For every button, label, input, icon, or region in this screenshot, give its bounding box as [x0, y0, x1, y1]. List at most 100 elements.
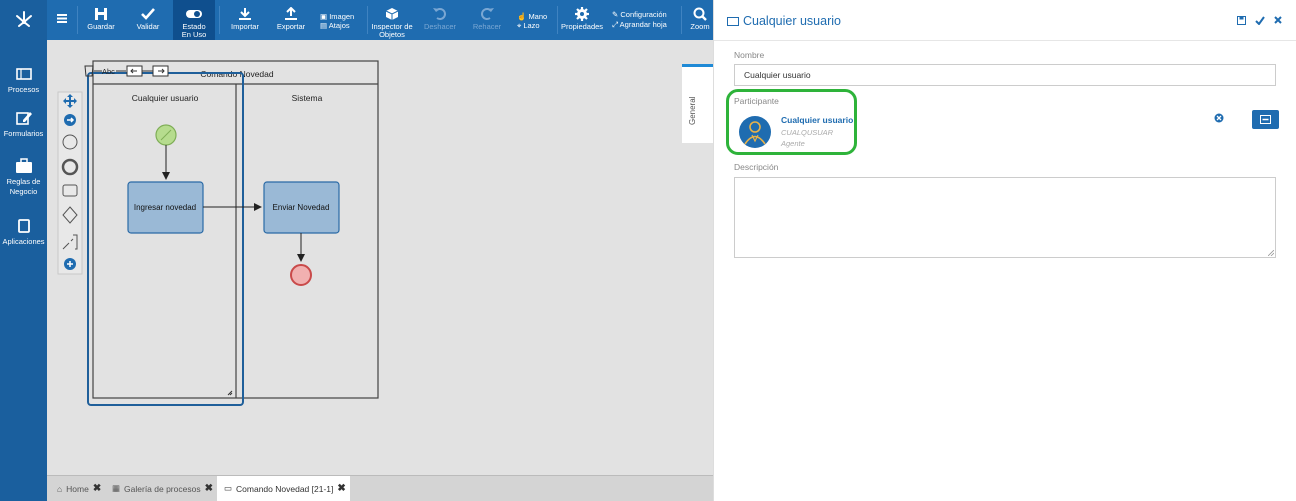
bpmn-diagram[interactable]: Comando Novedad Cualquier usuario Sistem…	[47, 40, 713, 475]
participant-name[interactable]: Cualquier usuario	[781, 115, 853, 125]
remove-participant-icon[interactable]	[1214, 113, 1224, 123]
descripcion-textarea[interactable]	[734, 177, 1276, 258]
properties-panel: Cualquier usuario Nombre Cualquier usuar…	[713, 0, 1296, 501]
close-icon[interactable]: ✖	[205, 483, 213, 494]
importar-button[interactable]: Importar	[227, 0, 263, 40]
lane-title-2[interactable]: Sistema	[292, 93, 323, 103]
task-1-label: Ingresar novedad	[134, 203, 196, 212]
lasso-icon: ⌖	[517, 21, 522, 30]
toolbar-divider	[219, 6, 220, 34]
connect-arrow-icon[interactable]	[64, 114, 76, 126]
left-navigation: Procesos Formularios Reglas de Negocio A…	[0, 0, 47, 501]
toolbar: Guardar Validar Estado En Uso Importar E…	[47, 0, 713, 40]
process-icon	[15, 68, 32, 80]
zoom-icon	[693, 7, 707, 21]
nav-item-procesos[interactable]: Procesos	[0, 66, 47, 95]
nav-item-aplicaciones[interactable]: Aplicaciones	[0, 218, 47, 247]
close-icon[interactable]: ✖	[93, 483, 101, 494]
zoom-label: Zoom	[690, 22, 710, 31]
exportar-label: Exportar	[276, 22, 306, 31]
check-icon[interactable]	[1255, 16, 1265, 25]
panel-title: Cualquier usuario	[743, 14, 841, 28]
app-window: Procesos Formularios Reglas de Negocio A…	[0, 0, 1296, 501]
nombre-input[interactable]: Cualquier usuario	[734, 64, 1276, 86]
process-tab-icon: ▭	[224, 483, 233, 493]
agrandar-label: Agrandar hoja	[619, 20, 667, 29]
tab-general[interactable]: General	[682, 64, 713, 143]
zoom-button[interactable]: Zoom	[687, 0, 713, 40]
guardar-label: Guardar	[87, 22, 115, 31]
rehacer-label: Rehacer	[472, 22, 502, 31]
diagram-canvas[interactable]: Comando Novedad Cualquier usuario Sistem…	[47, 40, 713, 475]
estado-value: En Uso	[181, 30, 207, 39]
close-icon[interactable]	[1274, 16, 1282, 24]
save-icon[interactable]	[1237, 16, 1246, 25]
deshacer-label: Deshacer	[423, 22, 457, 31]
application-icon	[17, 219, 30, 233]
configuracion-button[interactable]: ✎ Configuración	[612, 10, 667, 20]
tab-label: Comando Novedad [21-1]	[236, 483, 334, 494]
nav-label: Reglas de	[6, 177, 41, 186]
save-icon	[95, 8, 107, 20]
add-more-icon[interactable]	[64, 258, 76, 270]
toolbar-divider	[367, 6, 368, 34]
guardar-button[interactable]: Guardar	[83, 0, 119, 40]
undo-icon	[433, 8, 446, 20]
validar-button[interactable]: Validar	[131, 0, 165, 40]
form-edit-icon	[15, 112, 32, 125]
lane-selection[interactable]	[87, 72, 244, 406]
avatar	[739, 116, 771, 148]
estado-button[interactable]: Estado En Uso	[173, 0, 215, 40]
hand-icon: ☝	[517, 12, 527, 21]
rehacer-button[interactable]: Rehacer	[469, 0, 505, 40]
deshacer-button[interactable]: Deshacer	[421, 0, 459, 40]
lane-title-1[interactable]: Cualquier usuario	[132, 93, 199, 103]
task-2-label: Enviar Novedad	[273, 203, 330, 212]
tab-galeria[interactable]: ▦ Galería de procesos ✖	[109, 476, 216, 501]
text-tool-label[interactable]: Abc	[102, 67, 115, 76]
hamburger-icon	[57, 14, 67, 23]
menu-button[interactable]	[53, 0, 71, 40]
select-participant-button[interactable]	[1252, 110, 1279, 129]
nav-label: Aplicaciones	[2, 237, 45, 246]
home-icon: ⌂	[57, 483, 63, 494]
lazo-label: Lazo	[523, 21, 540, 30]
close-icon[interactable]: ✖	[337, 483, 345, 494]
atajos-button[interactable]: ▤ Atajos	[320, 21, 350, 31]
propiedades-button[interactable]: Propiedades	[559, 0, 605, 40]
edit-icon: ✎	[612, 10, 619, 19]
inspector-label-2: Objetos	[379, 30, 405, 39]
nav-item-reglas[interactable]: Reglas de Negocio	[0, 158, 47, 197]
resize-handle-icon[interactable]	[227, 390, 233, 396]
check-icon	[141, 8, 155, 20]
nav-item-formularios[interactable]: Formularios	[0, 110, 47, 139]
export-icon	[285, 7, 297, 20]
gallery-icon: ▦	[112, 483, 121, 493]
propiedades-label: Propiedades	[560, 22, 604, 31]
gear-icon	[575, 7, 589, 21]
importar-label: Importar	[231, 22, 259, 31]
end-event[interactable]	[290, 264, 312, 286]
cube-icon	[385, 8, 399, 20]
app-logo-icon[interactable]	[0, 0, 47, 40]
nav-label: Formularios	[3, 129, 44, 138]
participante-label: Participante	[734, 96, 779, 106]
tab-label: Galería de procesos	[124, 483, 201, 494]
inspector-button[interactable]: Inspector de Objetos	[369, 0, 415, 40]
tab-home[interactable]: ⌂ Home ✖	[54, 476, 104, 501]
document-tabs: ⌂ Home ✖ ▦ Galería de procesos ✖ ▭ Coman…	[47, 475, 713, 501]
toolbar-divider	[77, 6, 78, 34]
exportar-button[interactable]: Exportar	[273, 0, 309, 40]
lazo-button[interactable]: ⌖ Lazo	[517, 21, 540, 31]
briefcase-icon	[15, 158, 32, 173]
tab-comando-novedad[interactable]: ▭ Comando Novedad [21-1] ✖	[217, 476, 350, 501]
import-icon	[239, 8, 251, 20]
redo-icon	[481, 8, 494, 20]
agrandar-button[interactable]: ⤢ Agrandar hoja	[612, 20, 667, 30]
textarea-resize-icon[interactable]	[1268, 250, 1274, 256]
toolbar-divider	[681, 6, 682, 34]
tab-general-label: General	[688, 96, 697, 125]
nav-label: Procesos	[7, 85, 40, 94]
keyboard-icon: ▤	[320, 21, 328, 30]
imagen-label: Imagen	[329, 12, 355, 21]
